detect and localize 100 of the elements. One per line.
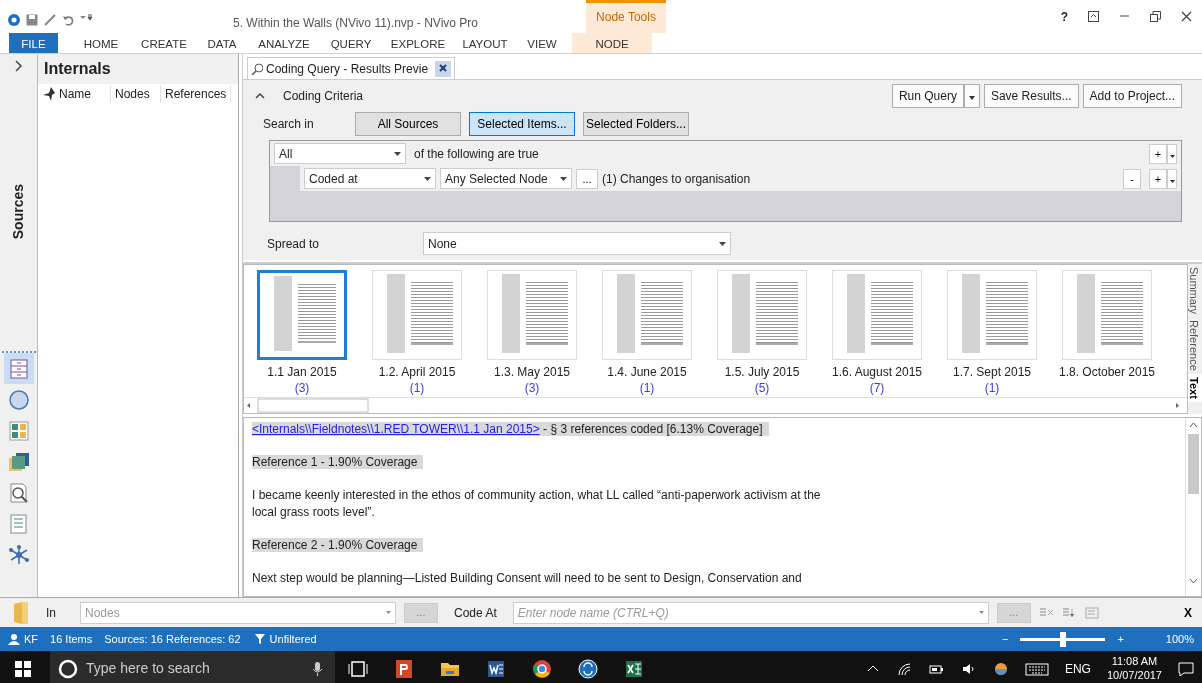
spreadsheet-app-icon[interactable]: [624, 658, 644, 679]
reference-counts: Sources: 16 References: 62: [104, 631, 241, 647]
action-button[interactable]: Add to Project...: [1082, 84, 1182, 108]
slider-thumb[interactable]: [1059, 631, 1066, 647]
caret-icon: [978, 611, 984, 614]
filter-status[interactable]: Unfiltered: [269, 630, 317, 648]
search-field[interactable]: Type here to search: [50, 651, 335, 683]
windows-start-icon[interactable]: [13, 658, 33, 679]
slides-app-icon[interactable]: [394, 658, 414, 679]
browse-button[interactable]: ...: [576, 168, 598, 189]
dropdown-button[interactable]: [1167, 143, 1177, 164]
circle-icon: [58, 658, 78, 679]
dropdown-icon[interactable]: [80, 14, 92, 21]
field-dropdown[interactable]: Coded at: [304, 168, 436, 189]
action-button[interactable]: Save Results...: [983, 84, 1079, 108]
vertical-scrollbar[interactable]: [1185, 418, 1201, 596]
document-lines-icon: [7, 513, 30, 534]
spread-dropdown[interactable]: None: [423, 232, 731, 255]
navigation-button[interactable]: [3, 353, 34, 385]
caret-icon: [968, 96, 975, 100]
ribbon-tab[interactable]: CREATE: [132, 33, 196, 53]
reference-count: (1): [984, 380, 1000, 396]
document-tab[interactable]: Coding Query - Results Previe: [247, 57, 456, 79]
clock-time[interactable]: 11:08 AM: [1106, 654, 1162, 669]
page-thumbnail[interactable]: [257, 270, 347, 360]
ribbon-tab[interactable]: FILE: [9, 33, 58, 53]
source-link[interactable]: <Internals\\Fieldnotes\\1.RED TOWER\\1.1 Jan 2015>: [252, 422, 540, 436]
speaker-icon[interactable]: [960, 661, 977, 676]
microphone-icon[interactable]: [312, 660, 323, 677]
remove-button[interactable]: -: [1123, 168, 1141, 189]
code-down-icon[interactable]: [1061, 607, 1077, 618]
scope-dropdown[interactable]: Any Selected Node: [440, 168, 572, 189]
globe-icon[interactable]: [992, 661, 1009, 676]
reference-count: (7): [869, 380, 885, 396]
zoom-out-button[interactable]: −: [1002, 630, 1009, 648]
match-dropdown[interactable]: All: [274, 143, 406, 164]
close-button[interactable]: X: [1178, 602, 1198, 623]
caret-icon: [719, 241, 726, 246]
thumbnail-label: 1.4. June 2015: [607, 364, 687, 380]
stacked-squares-icon: [7, 451, 30, 472]
task-view-icon[interactable]: [348, 658, 368, 679]
close-tab-button[interactable]: [435, 60, 452, 77]
toggle-button[interactable]: Selected Folders...: [583, 112, 689, 136]
ribbon-tab[interactable]: DATA: [196, 33, 248, 53]
field-label: Code At: [454, 604, 497, 622]
ribbon-tab[interactable]: LAYOUT: [454, 33, 516, 53]
pen-icon[interactable]: [44, 14, 56, 26]
ribbon-tab[interactable]: VIEW: [516, 33, 568, 53]
document-tab-title[interactable]: Coding Query - Results Previe: [266, 59, 429, 78]
column-header[interactable]: References: [161, 85, 231, 103]
zoom-in-button[interactable]: +: [1117, 630, 1124, 648]
keyboard-icon[interactable]: [1024, 661, 1049, 676]
section-title: Coding Criteria: [283, 88, 364, 105]
thumbnail-label: 1.2. April 2015: [378, 364, 456, 380]
ribbon-display-icon[interactable]: [1088, 11, 1099, 22]
reference-count: (3): [294, 380, 310, 396]
grid-squares-icon: [7, 420, 30, 441]
field-label: In: [46, 604, 56, 622]
restore-icon[interactable]: [1150, 11, 1161, 22]
side-tab[interactable]: Text: [1188, 373, 1202, 402]
help-button[interactable]: ?: [1060, 7, 1068, 26]
condition-text: of the following are true: [414, 145, 539, 163]
thumbnail-label: 1.7. Sept 2015: [952, 364, 1032, 380]
pin-icon[interactable]: [42, 87, 55, 101]
undo-icon[interactable]: [62, 14, 74, 26]
field-label: Spread to: [267, 235, 321, 253]
notification-icon[interactable]: [1178, 661, 1194, 676]
filter-icon[interactable]: [252, 633, 266, 645]
document-app-icon[interactable]: [486, 658, 506, 679]
sync-circle-icon[interactable]: [578, 658, 598, 679]
coverage-summary: - § 3 references coded [6.13% Coverage]: [542, 422, 763, 436]
ribbon-tab[interactable]: ANALYZE: [248, 33, 320, 53]
ribbon-tab[interactable]: EXPLORE: [382, 33, 454, 53]
save-icon[interactable]: [26, 14, 38, 26]
horizontal-scrollbar[interactable]: [244, 397, 1187, 413]
zoom-level: 100%: [1165, 631, 1194, 647]
wifi-icon[interactable]: [896, 661, 913, 676]
circle-icon: [7, 389, 30, 410]
ribbon-tab[interactable]: QUERY: [320, 33, 382, 53]
caret-icon: [386, 611, 391, 614]
item-count: 16 Items: [50, 631, 93, 647]
toggle-button[interactable]: All Sources: [355, 112, 461, 136]
browser-icon[interactable]: [532, 658, 552, 679]
column-header[interactable]: Nodes: [111, 85, 161, 103]
context-group-label: Node Tools: [586, 0, 666, 33]
clock-date[interactable]: 10/07/2017: [1106, 668, 1162, 683]
action-button[interactable]: Run Query: [891, 84, 964, 108]
expand-chevron-icon[interactable]: [14, 60, 23, 72]
collapse-caret-icon[interactable]: [255, 92, 265, 100]
close-icon[interactable]: [1181, 11, 1192, 22]
ribbon-tab[interactable]: NODE: [572, 33, 652, 53]
thumbnail-label: 1.6. August 2015: [831, 364, 923, 380]
toggle-button[interactable]: Selected Items...: [469, 112, 575, 136]
search-icon: [251, 62, 263, 75]
dropdown-button[interactable]: [1167, 168, 1177, 189]
ribbon-tab[interactable]: HOME: [70, 33, 132, 53]
add-button[interactable]: +: [1149, 143, 1167, 164]
language-indicator[interactable]: ENG: [1064, 659, 1091, 678]
add-button[interactable]: +: [1149, 168, 1167, 189]
column-header[interactable]: Name: [55, 85, 111, 103]
